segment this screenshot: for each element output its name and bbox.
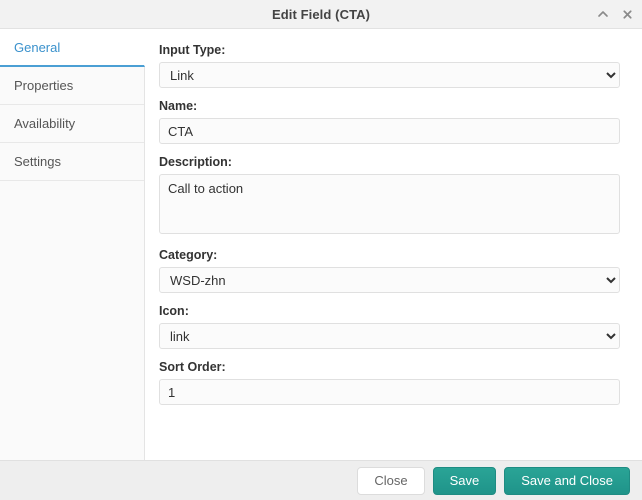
field-sort-order: Sort Order: xyxy=(159,360,620,405)
dialog-title: Edit Field (CTA) xyxy=(271,6,371,22)
save-button[interactable]: Save xyxy=(432,466,497,495)
name-label: Name: xyxy=(159,99,198,113)
input-type-label: Input Type: xyxy=(159,43,226,57)
field-description: Description: Call to action xyxy=(159,155,620,237)
sidebar-filler xyxy=(0,181,144,460)
save-and-close-button[interactable]: Save and Close xyxy=(504,466,630,495)
sidebar-item-settings[interactable]: Settings xyxy=(0,143,144,181)
name-input[interactable] xyxy=(159,118,620,144)
dialog-footer: Close Save Save and Close xyxy=(0,460,642,500)
field-category: Category: WSD-zhn xyxy=(159,248,620,293)
edit-field-dialog: Edit Field (CTA) General Properties Avai… xyxy=(0,0,642,500)
sidebar-item-availability[interactable]: Availability xyxy=(0,105,144,143)
titlebar-actions xyxy=(596,0,634,28)
field-icon: Icon: link xyxy=(159,304,620,349)
category-select[interactable]: WSD-zhn xyxy=(159,267,620,293)
category-label: Category: xyxy=(159,248,218,262)
chevron-up-icon[interactable] xyxy=(596,7,610,21)
sort-order-label: Sort Order: xyxy=(159,360,226,374)
close-button[interactable]: Close xyxy=(357,466,425,495)
field-name: Name: xyxy=(159,99,620,144)
icon-select[interactable]: link xyxy=(159,323,620,349)
general-form: Input Type: Link Name: Description: Call… xyxy=(145,29,642,460)
input-type-select[interactable]: Link xyxy=(159,62,620,88)
description-label: Description: xyxy=(159,155,232,169)
field-input-type: Input Type: Link xyxy=(159,43,620,88)
sidebar-tabs: General Properties Availability Settings xyxy=(0,29,145,460)
icon-label: Icon: xyxy=(159,304,189,318)
dialog-body: General Properties Availability Settings… xyxy=(0,29,642,460)
description-textarea[interactable]: Call to action xyxy=(159,174,620,234)
sidebar-item-general[interactable]: General xyxy=(0,29,145,67)
dialog-titlebar: Edit Field (CTA) xyxy=(0,0,642,29)
sort-order-input[interactable] xyxy=(159,379,620,405)
close-icon[interactable] xyxy=(620,7,634,21)
sidebar-item-properties[interactable]: Properties xyxy=(0,67,144,105)
